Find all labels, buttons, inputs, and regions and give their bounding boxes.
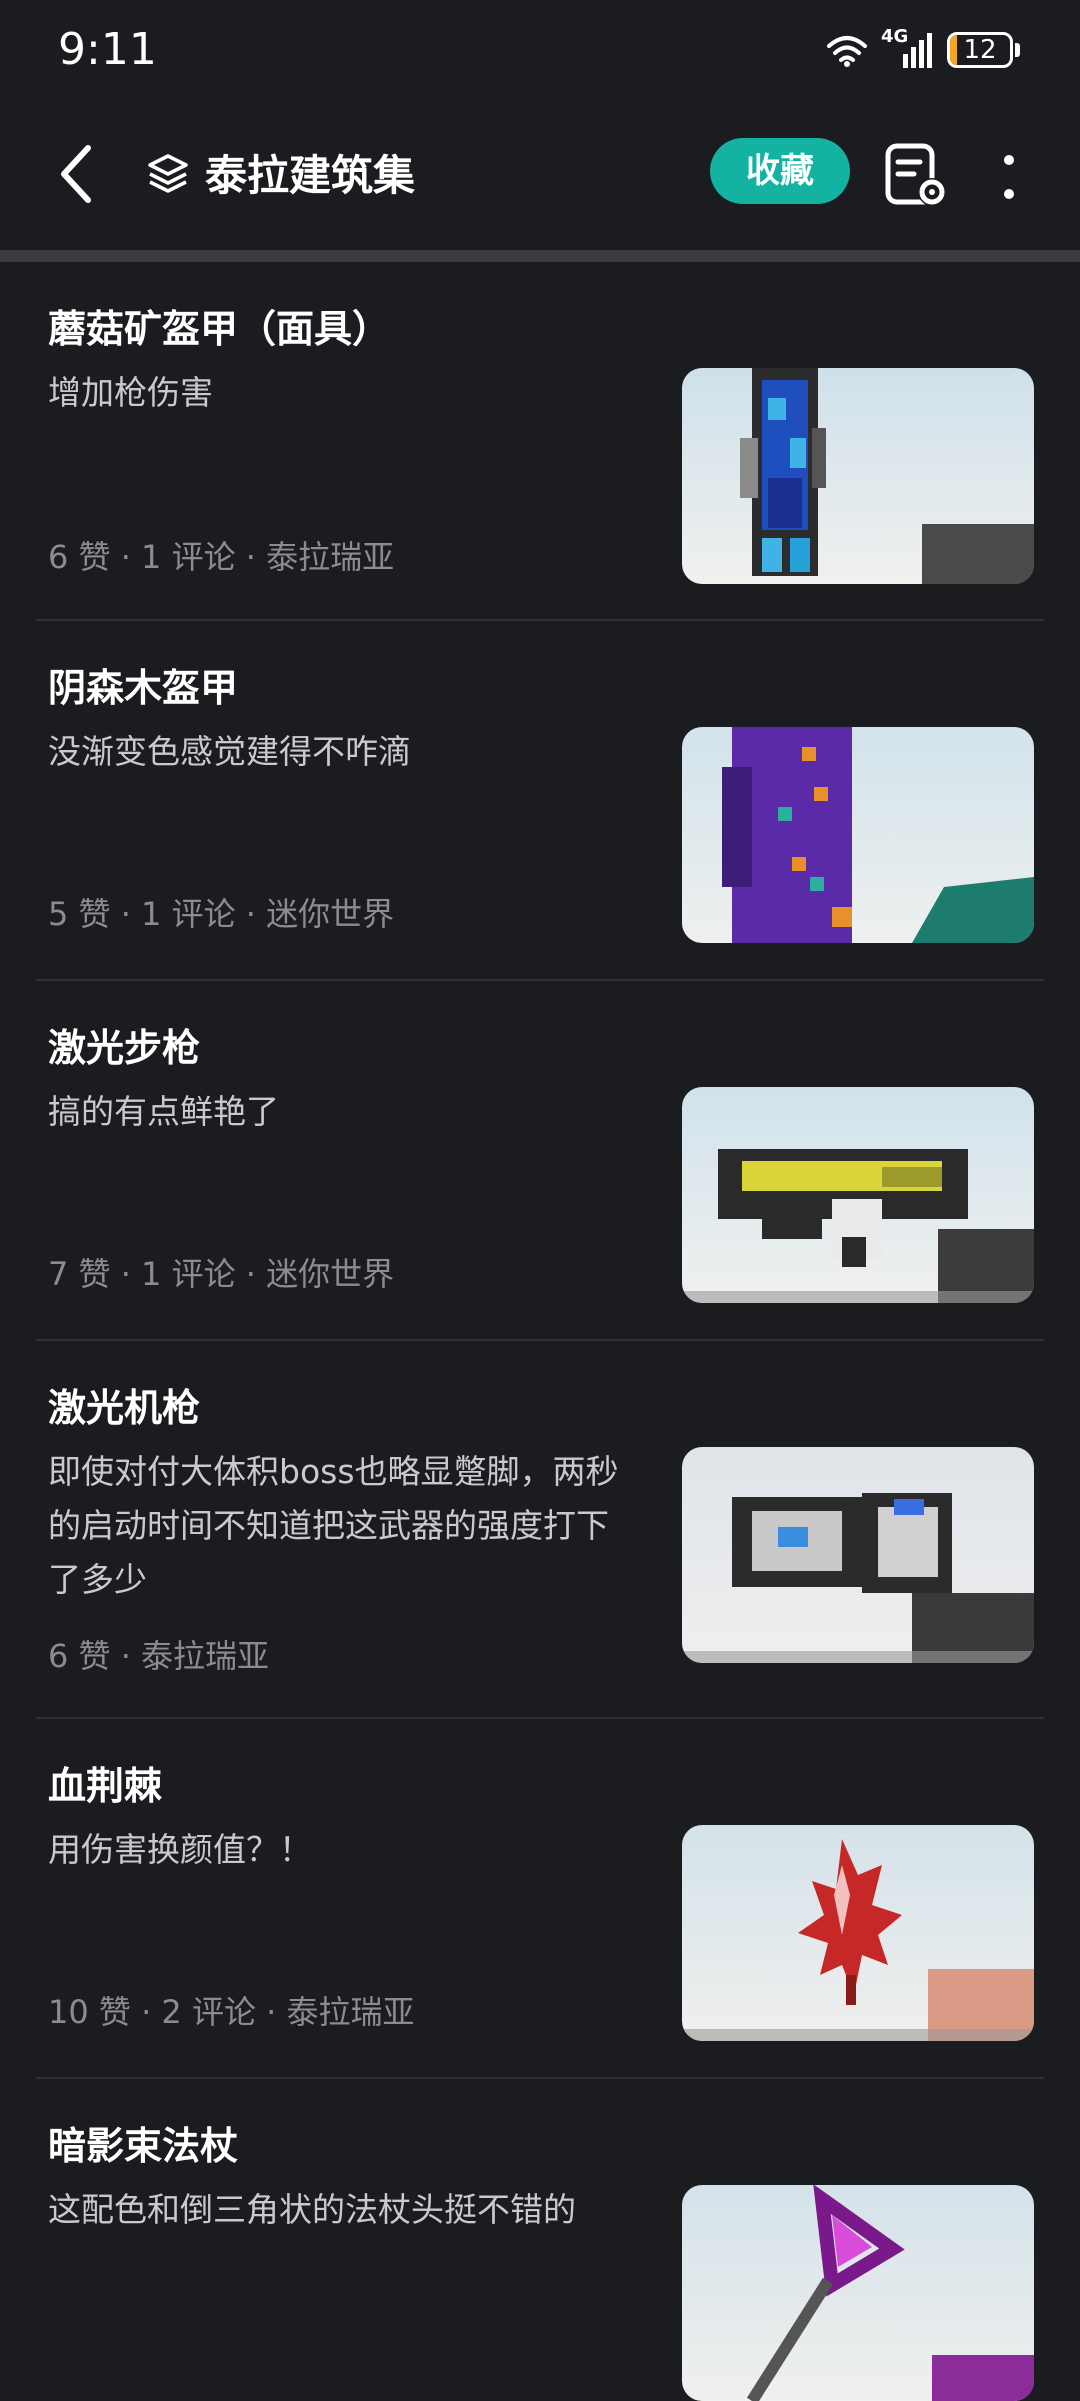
status-time: 9:11 bbox=[58, 24, 157, 75]
app-bar: 泰拉建筑集 收藏 bbox=[0, 112, 1080, 232]
post-title: 血荆棘 bbox=[48, 1764, 163, 1808]
layers-icon bbox=[148, 154, 188, 193]
post-title: 暗影束法杖 bbox=[48, 2124, 239, 2168]
battery-icon: 12 bbox=[947, 32, 1013, 68]
post-description: 这配色和倒三角状的法杖头挺不错的 bbox=[48, 2190, 576, 2229]
doc-settings-icon[interactable] bbox=[880, 140, 952, 212]
post-description: 即使对付大体积boss也略显蹩脚，两秒的启动时间不知道把这武器的强度打下了多少 bbox=[48, 1452, 619, 1599]
post-description: 没渐变色感觉建得不咋滴 bbox=[48, 732, 411, 771]
wifi-icon bbox=[827, 36, 867, 67]
post-meta: 10 赞 · 2 评论 · 泰拉瑞亚 bbox=[48, 1993, 415, 2031]
post-title: 激光机枪 bbox=[48, 1386, 201, 1430]
post-item[interactable]: 血荆棘 用伤害换颜值？！ 10 赞 · 2 评论 · 泰拉瑞亚 bbox=[36, 1719, 1044, 2079]
post-description: 用伤害换颜值？！ bbox=[48, 1830, 312, 1869]
post-title: 激光步枪 bbox=[48, 1026, 201, 1070]
header-divider bbox=[0, 250, 1080, 262]
post-item[interactable]: 激光机枪 即使对付大体积boss也略显蹩脚，两秒的启动时间不知道把这武器的强度打… bbox=[36, 1341, 1044, 1719]
status-icons: 4G 12 bbox=[825, 26, 1020, 74]
post-thumbnail[interactable] bbox=[682, 1825, 1034, 2041]
post-title: 蘑菇矿盔甲（面具） bbox=[48, 307, 391, 351]
post-thumbnail[interactable] bbox=[682, 1447, 1034, 1663]
battery-level: 12 bbox=[963, 35, 997, 65]
post-title: 阴森木盔甲 bbox=[48, 666, 239, 710]
post-thumbnail[interactable] bbox=[682, 727, 1034, 943]
post-item[interactable]: 暗影束法杖 这配色和倒三角状的法杖头挺不错的 bbox=[36, 2079, 1044, 2401]
post-item[interactable]: 阴森木盔甲 没渐变色感觉建得不咋滴 5 赞 · 1 评论 · 迷你世界 bbox=[36, 621, 1044, 981]
post-meta: 6 赞 · 泰拉瑞亚 bbox=[48, 1637, 270, 1675]
post-description: 搞的有点鲜艳了 bbox=[48, 1092, 279, 1131]
post-item[interactable]: 蘑菇矿盔甲（面具） 增加枪伤害 6 赞 · 1 评论 · 泰拉瑞亚 bbox=[36, 262, 1044, 621]
post-item[interactable]: 激光步枪 搞的有点鲜艳了 7 赞 · 1 评论 · 迷你世界 bbox=[36, 981, 1044, 1341]
post-meta: 7 赞 · 1 评论 · 迷你世界 bbox=[48, 1255, 395, 1293]
post-thumbnail[interactable] bbox=[682, 368, 1034, 584]
post-description: 增加枪伤害 bbox=[48, 373, 213, 412]
post-feed[interactable]: 蘑菇矿盔甲（面具） 增加枪伤害 6 赞 · 1 评论 · 泰拉瑞亚 阴森木盔甲 … bbox=[0, 262, 1080, 2401]
post-thumbnail[interactable] bbox=[682, 1087, 1034, 1303]
back-icon[interactable] bbox=[48, 138, 112, 210]
post-meta: 6 赞 · 1 评论 · 泰拉瑞亚 bbox=[48, 538, 395, 576]
post-thumbnail[interactable] bbox=[682, 2185, 1034, 2401]
status-bar: 9:11 4G 12 bbox=[0, 0, 1080, 100]
collect-button[interactable]: 收藏 bbox=[710, 138, 850, 204]
page-title: 泰拉建筑集 bbox=[205, 151, 416, 200]
signal-icon: 4G bbox=[881, 26, 935, 70]
post-meta: 5 赞 · 1 评论 · 迷你世界 bbox=[48, 895, 395, 933]
battery-nub bbox=[1015, 43, 1020, 57]
more-icon[interactable] bbox=[996, 152, 1022, 202]
